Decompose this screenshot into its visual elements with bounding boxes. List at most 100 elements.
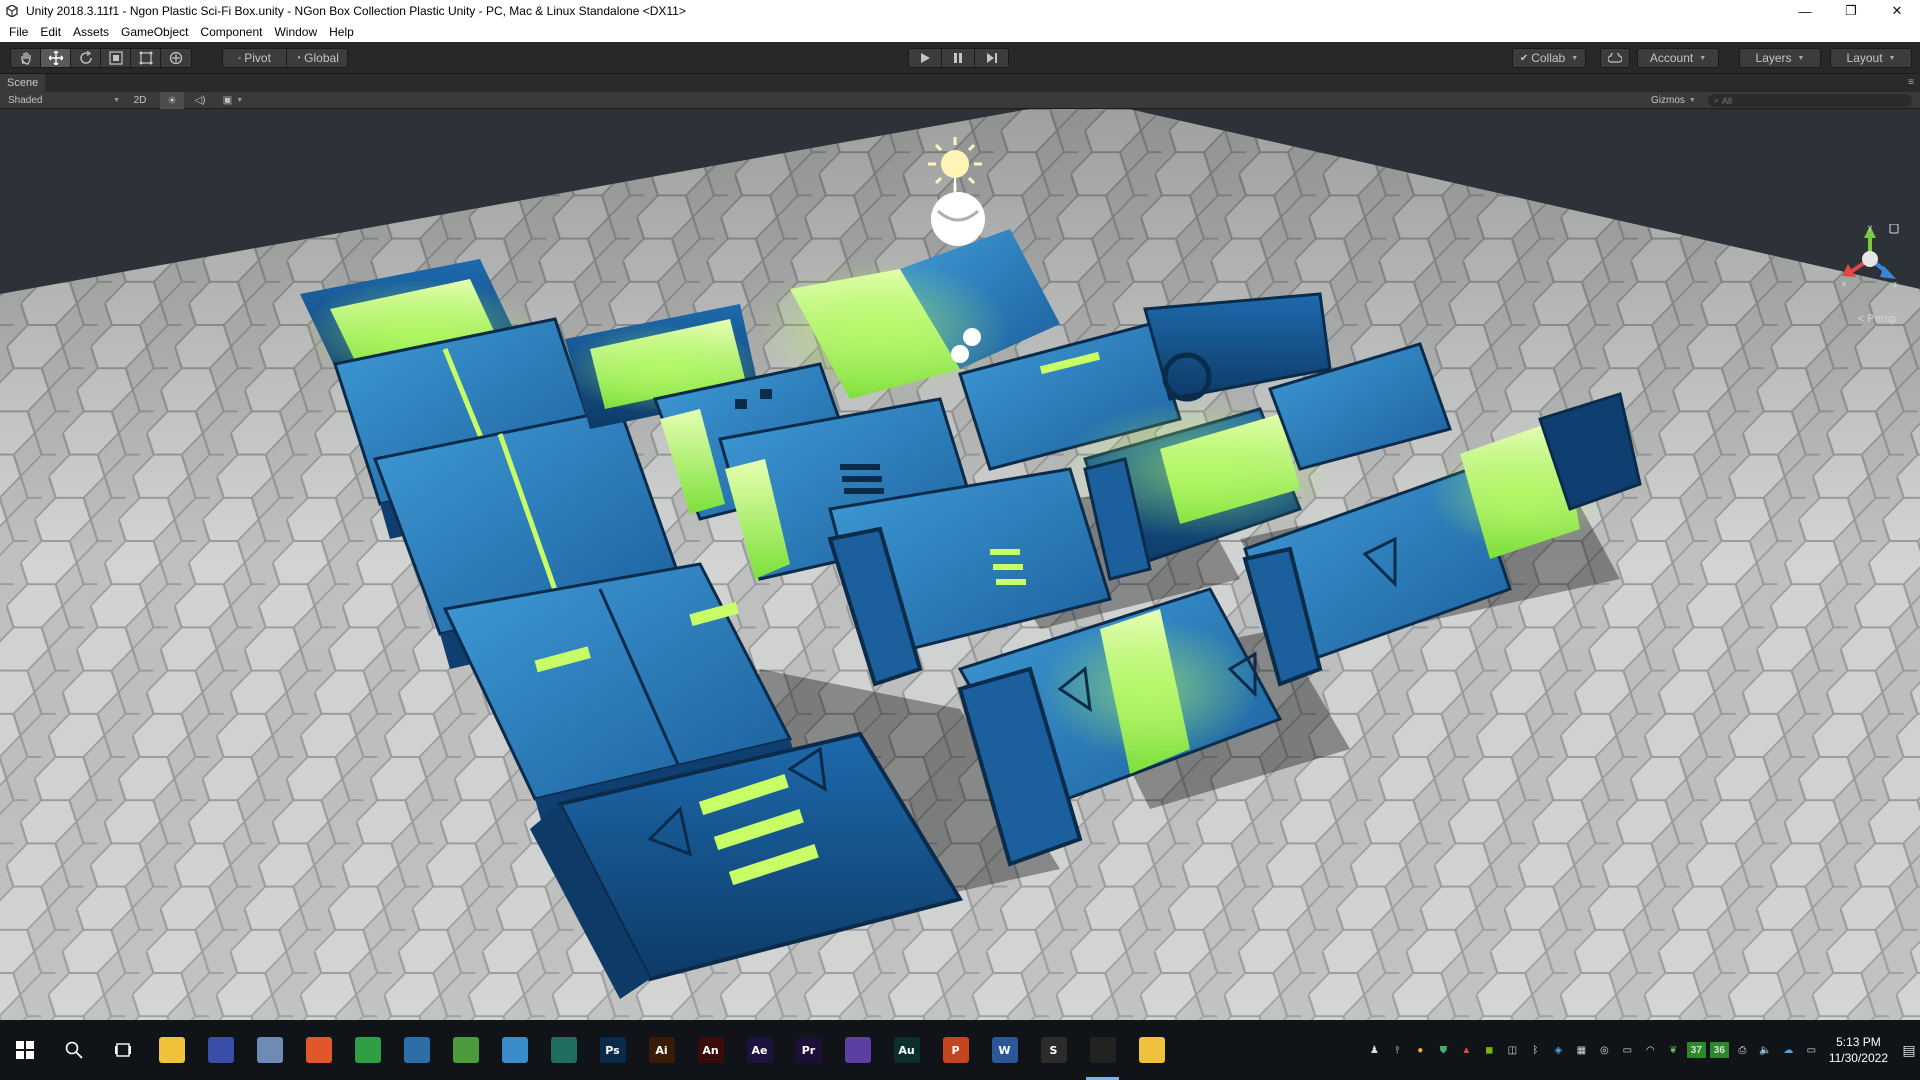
taskbar-app-powerpoint[interactable]: P	[931, 1020, 980, 1080]
animate-icon: An	[697, 1037, 724, 1063]
layers-dropdown[interactable]: Layers ▼	[1740, 49, 1820, 67]
main-toolbar: ▪ Pivot ◔ Global ✔ Collab ▼ Account ▼ La…	[0, 42, 1920, 74]
taskbar-app-word[interactable]: W	[980, 1020, 1029, 1080]
taskbar-app-globe-app[interactable]	[441, 1020, 490, 1080]
usb-icon[interactable]: ⫯	[1388, 1042, 1407, 1058]
collab-button[interactable]: ✔ Collab ▼	[1513, 49, 1585, 67]
gizmos-dropdown[interactable]: Gizmos ▼	[1651, 92, 1703, 109]
shield-icon[interactable]: ⛊	[1434, 1042, 1453, 1058]
volume-icon[interactable]: 🔈	[1756, 1042, 1775, 1058]
collab-label: Collab	[1531, 51, 1566, 65]
rotate-tool-button[interactable]	[71, 49, 101, 67]
2d-toggle[interactable]: 2D	[127, 92, 153, 109]
pivot-toggle[interactable]: ▪ Pivot	[223, 49, 287, 67]
menu-assets[interactable]: Assets	[67, 25, 115, 39]
restore-button[interactable]: ❐	[1828, 0, 1874, 22]
taskbar-app-earth-app[interactable]	[490, 1020, 539, 1080]
layers-group: Layers ▼	[1739, 48, 1821, 68]
move-tool-button[interactable]	[41, 49, 71, 67]
taskbar-app-search-app[interactable]	[392, 1020, 441, 1080]
menu-gameobject[interactable]: GameObject	[115, 25, 194, 39]
drive-icon[interactable]: ◫	[1503, 1042, 1522, 1058]
system-clock[interactable]: 5:13 PM 11/30/2022	[1829, 1034, 1888, 1066]
badge-icon[interactable]: 36	[1709, 1042, 1729, 1058]
onedrive-icon[interactable]: ☁	[1779, 1042, 1798, 1058]
taskbar-app-unity-editor[interactable]	[1078, 1020, 1127, 1080]
tab-menu-icon[interactable]: ≡	[1908, 77, 1914, 88]
taskbar-app-audition[interactable]: Au	[882, 1020, 931, 1080]
scene-tab[interactable]: Scene	[0, 74, 46, 92]
close-button[interactable]: ✕	[1874, 0, 1920, 22]
bluetooth-icon[interactable]: ᛒ	[1526, 1042, 1545, 1058]
printer-icon[interactable]: ⎙	[1733, 1042, 1752, 1058]
sun-icon: ☀	[167, 95, 177, 107]
transform-tool-button[interactable]	[161, 49, 191, 67]
taskbar-app-animate[interactable]: An	[686, 1020, 735, 1080]
network-icon[interactable]: ◈	[1549, 1042, 1568, 1058]
taskbar-app-paint-tool[interactable]	[245, 1020, 294, 1080]
account-dropdown[interactable]: Account ▼	[1638, 49, 1718, 67]
globe-icon[interactable]: ◎	[1595, 1042, 1614, 1058]
search-button[interactable]	[49, 1020, 98, 1080]
leaf-icon[interactable]: ❦	[1664, 1042, 1683, 1058]
cloud-group	[1600, 48, 1630, 68]
menu-edit[interactable]: Edit	[34, 25, 67, 39]
layout-group: Layout ▼	[1830, 48, 1912, 68]
task-view-button[interactable]	[98, 1020, 147, 1080]
taskbar-app-file-explorer[interactable]	[147, 1020, 196, 1080]
taskbar-app-photoshop[interactable]: Ps	[588, 1020, 637, 1080]
taskbar-app-sublime[interactable]: S	[1029, 1020, 1078, 1080]
photoshop-icon: Ps	[599, 1037, 626, 1063]
grid-icon[interactable]: ▦	[1572, 1042, 1591, 1058]
menu-window[interactable]: Window	[268, 25, 323, 39]
badge-icon[interactable]: 37	[1686, 1042, 1706, 1058]
globe-app-icon	[452, 1037, 479, 1063]
lock-icon[interactable]	[1889, 224, 1899, 234]
wifi-icon[interactable]: ◠	[1641, 1042, 1660, 1058]
monitor-icon[interactable]: ▭	[1618, 1042, 1637, 1058]
scene-viewport[interactable]: y z x < Persp	[0, 109, 1920, 1020]
cloud-button[interactable]	[1601, 49, 1629, 67]
app-tray-icon[interactable]: ●	[1411, 1042, 1430, 1058]
projection-label[interactable]: < Persp	[1858, 313, 1896, 325]
battery-icon[interactable]: ▭	[1802, 1042, 1821, 1058]
taskbar-app-unity-hub[interactable]	[196, 1020, 245, 1080]
taskbar-app-terminal-app[interactable]	[539, 1020, 588, 1080]
hand-tool-button[interactable]	[11, 49, 41, 67]
menu-file[interactable]: File	[3, 25, 34, 39]
transform-tools	[10, 48, 192, 68]
effects-dropdown[interactable]: ▣ ▼	[218, 92, 248, 109]
person-icon[interactable]: ♟	[1365, 1042, 1384, 1058]
menu-component[interactable]: Component	[194, 25, 268, 39]
scale-icon	[108, 51, 123, 65]
premiere-icon: Pr	[795, 1037, 822, 1063]
audio-toggle[interactable]: ◁)	[188, 92, 212, 109]
taskbar-app-firefox[interactable]	[294, 1020, 343, 1080]
pivot-label: Pivot	[244, 51, 271, 65]
minimize-button[interactable]: —	[1782, 0, 1828, 22]
layout-dropdown[interactable]: Layout ▼	[1831, 49, 1911, 67]
nvidia-icon[interactable]: ◼	[1480, 1042, 1499, 1058]
scale-tool-button[interactable]	[101, 49, 131, 67]
taskbar-app-premiere[interactable]: Pr	[784, 1020, 833, 1080]
shading-mode-dropdown[interactable]: Shaded ▼	[8, 92, 120, 109]
lighting-toggle[interactable]: ☀	[160, 92, 184, 109]
pause-button[interactable]	[942, 49, 975, 67]
taskbar-app-illustrator[interactable]: Ai	[637, 1020, 686, 1080]
start-button[interactable]	[0, 1020, 49, 1080]
rect-tool-button[interactable]	[131, 49, 161, 67]
acrobat-tray-icon[interactable]: ▲	[1457, 1042, 1476, 1058]
global-toggle[interactable]: ◔ Global	[287, 49, 347, 67]
handle-position-group: ▪ Pivot ◔ Global	[222, 48, 348, 68]
taskbar-app-chrome[interactable]	[343, 1020, 392, 1080]
scene-search-input[interactable]: ⌕ All	[1708, 94, 1912, 107]
taskbar-app-after-effects[interactable]: Ae	[735, 1020, 784, 1080]
taskbar-app-vector-app[interactable]	[833, 1020, 882, 1080]
play-button[interactable]	[909, 49, 942, 67]
pivot-icon: ▪	[238, 53, 242, 63]
notifications-icon[interactable]: ▤	[1898, 1020, 1920, 1080]
step-button[interactable]	[975, 49, 1008, 67]
window-title: Unity 2018.3.11f1 - Ngon Plastic Sci-Fi …	[26, 4, 686, 18]
taskbar-app-folder[interactable]	[1127, 1020, 1176, 1080]
menu-help[interactable]: Help	[323, 25, 360, 39]
